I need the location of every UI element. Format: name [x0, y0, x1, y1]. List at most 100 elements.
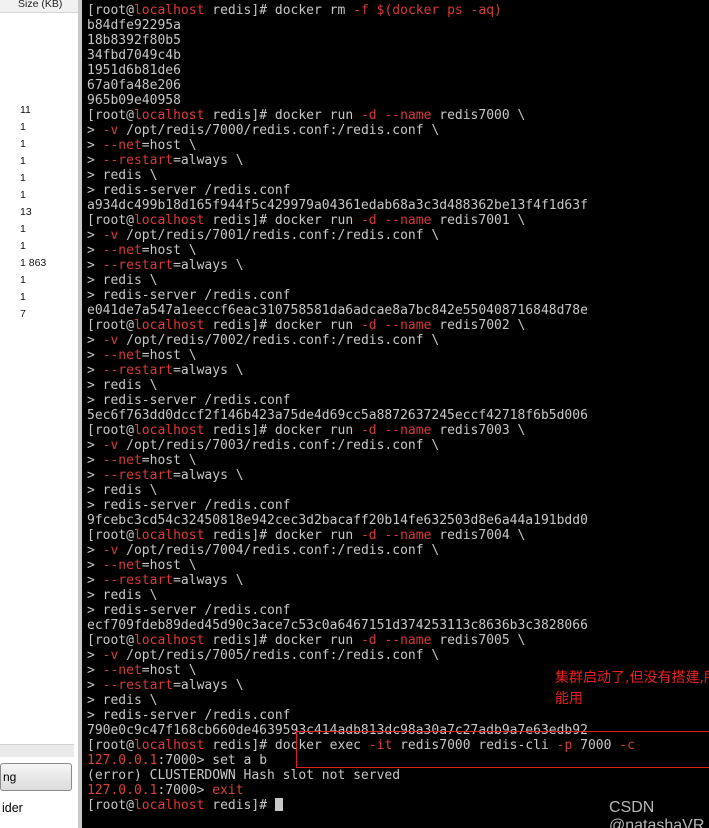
terminal-line: > -v /opt/redis/7000/redis.conf:/redis.c…: [87, 123, 635, 138]
file-size-cell: 1: [20, 291, 26, 303]
output-text: a934dc499b18d165f944f5c429979a04361edab6…: [87, 198, 588, 213]
terminal-line: > -v /opt/redis/7001/redis.conf:/redis.c…: [87, 228, 635, 243]
terminal-line: 1951d6b81de6: [87, 63, 635, 78]
prompt-user: [root@: [87, 3, 134, 18]
continuation-prompt: >: [87, 378, 103, 393]
command-text: redis7004 \: [431, 528, 526, 543]
continuation-prompt: >: [87, 138, 103, 153]
terminal-line: > -v /opt/redis/7002/redis.conf:/redis.c…: [87, 333, 635, 348]
terminal-line: > --net=host \: [87, 453, 635, 468]
terminal-line: > --net=host \: [87, 348, 635, 363]
terminal-line: > --restart=always \: [87, 258, 635, 273]
continuation-prompt: >: [87, 228, 103, 243]
command-text: redis \: [102, 273, 158, 288]
output-text: 965b09e40958: [87, 93, 181, 108]
command-text: docker run: [274, 213, 361, 228]
prompt-user: [root@: [87, 213, 134, 228]
prompt-host: localhost: [133, 528, 205, 543]
command-flag: --name: [384, 318, 432, 333]
command-text: redis-server /redis.conf: [102, 498, 291, 513]
command-flag: -v: [102, 123, 119, 138]
command-text: docker run: [274, 633, 361, 648]
terminal-line: 9fcebc3cd54c32450818e942cec3d2bacaff20b1…: [87, 513, 635, 528]
command-flag: --restart: [102, 258, 174, 273]
command-text: docker run: [274, 318, 361, 333]
terminal-line: 18b8392f80b5: [87, 33, 635, 48]
terminal-line: > redis \: [87, 483, 635, 498]
size-column-header[interactable]: Size (KB): [0, 0, 78, 13]
command-text: docker run: [274, 528, 361, 543]
horizontal-scrollbar[interactable]: [0, 744, 74, 757]
prompt-user: [root@: [87, 798, 134, 813]
file-size-cell: 1: [20, 121, 26, 133]
file-size-cell: 7: [20, 308, 26, 320]
continuation-prompt: >: [87, 543, 103, 558]
command-text: /opt/redis/7003/redis.conf:/redis.conf \: [118, 438, 440, 453]
terminal-line: > redis \: [87, 588, 635, 603]
command-flag: --restart: [102, 363, 174, 378]
redis-prompt-port: :7000>: [157, 753, 213, 768]
command-flag: -v: [102, 543, 119, 558]
command-text: =always \: [173, 573, 244, 588]
continuation-prompt: >: [87, 663, 103, 678]
command-text: redis7002 \: [431, 318, 526, 333]
prompt-user: [root@: [87, 108, 134, 123]
command-text: redis-server /redis.conf: [102, 603, 291, 618]
continuation-prompt: >: [87, 588, 103, 603]
continuation-prompt: >: [87, 693, 103, 708]
command-flag: --net: [102, 243, 142, 258]
command-flag: -f: [353, 3, 369, 18]
command-text: redis7000 \: [431, 108, 526, 123]
output-text: 67a0fa48e206: [87, 78, 181, 93]
command-flag: -d: [360, 528, 377, 543]
command-flag: --restart: [102, 678, 174, 693]
continuation-prompt: >: [87, 438, 103, 453]
redis-prompt-port: :7000>: [157, 783, 213, 798]
command-flag: -d: [360, 423, 377, 438]
panel-button[interactable]: ng: [0, 763, 72, 791]
command-text: redis \: [102, 588, 158, 603]
file-size-cell: 13: [20, 206, 32, 218]
command-text: =host \: [141, 243, 197, 258]
terminal-line: > -v /opt/redis/7005/redis.conf:/redis.c…: [87, 648, 635, 663]
terminal-line: e041de7a547a1eeccf6eac310758581da6adcae8…: [87, 303, 635, 318]
terminal-window[interactable]: [root@localhost redis]# docker rm -f $(d…: [82, 0, 709, 828]
prompt-path: redis]#: [204, 798, 275, 813]
prompt-host: localhost: [133, 798, 205, 813]
command-text: /opt/redis/7005/redis.conf:/redis.conf \: [118, 648, 440, 663]
command-text: /opt/redis/7004/redis.conf:/redis.conf \: [118, 543, 440, 558]
command-flag: --restart: [102, 153, 174, 168]
continuation-prompt: >: [87, 573, 103, 588]
command-flag: --restart: [102, 573, 174, 588]
continuation-prompt: >: [87, 603, 103, 618]
highlight-box: [296, 731, 709, 768]
command-text: [369, 3, 377, 18]
watermark: CSDN @natashaVR: [609, 799, 705, 828]
terminal-line: b84dfe92295a: [87, 18, 635, 33]
command-text: =always \: [173, 153, 244, 168]
terminal-line: (error) CLUSTERDOWN Hash slot not served: [87, 768, 635, 783]
terminal-line: > --restart=always \: [87, 573, 635, 588]
continuation-prompt: >: [87, 123, 103, 138]
prompt-user: [root@: [87, 528, 134, 543]
terminal-line: > --restart=always \: [87, 153, 635, 168]
prompt-path: redis]#: [204, 213, 275, 228]
file-size-cell: 1: [20, 223, 26, 235]
prompt-user: [root@: [87, 423, 134, 438]
terminal-line: [root@localhost redis]# docker run -d --…: [87, 318, 635, 333]
terminal-line: a934dc499b18d165f944f5c429979a04361edab6…: [87, 198, 635, 213]
command-flag: -d: [360, 633, 377, 648]
command-text: =host \: [141, 558, 197, 573]
command-flag: -d: [360, 213, 377, 228]
command-text: =always \: [173, 363, 244, 378]
continuation-prompt: >: [87, 348, 103, 363]
terminal-line: > --net=host \: [87, 663, 635, 678]
command-flag: -v: [102, 648, 119, 663]
file-size-cell: 1: [20, 189, 26, 201]
command-text: /opt/redis/7000/redis.conf:/redis.conf \: [118, 123, 440, 138]
terminal-line: > redis-server /redis.conf: [87, 288, 635, 303]
terminal-line: ecf709fdeb89ded45d90c3ace7c53c0a6467151d…: [87, 618, 635, 633]
prompt-host: localhost: [133, 213, 205, 228]
continuation-prompt: >: [87, 498, 103, 513]
prompt-host: localhost: [133, 633, 205, 648]
